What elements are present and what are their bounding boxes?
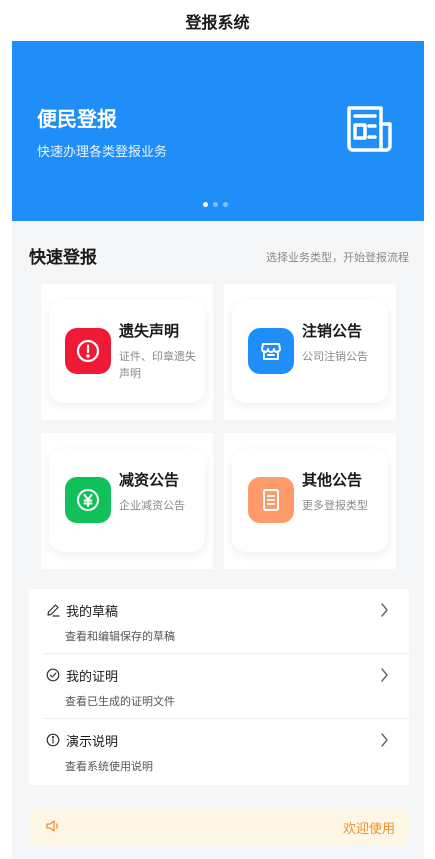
check-circle-icon [46,668,60,682]
newspaper-icon [347,106,392,152]
card-title: 遗失声明 [119,322,180,340]
menu-item-demo-guide[interactable]: 演示说明 查看系统使用说明 [29,719,409,784]
card-lost-statement[interactable]: 遗失声明 证件、印章遗失声明 [49,300,205,403]
banner-carousel[interactable]: 便民登报 快速办理各类登报业务 [12,41,424,221]
shop-icon [248,328,294,374]
carousel-dot[interactable] [223,202,228,207]
alert-circle-icon [65,328,111,374]
chevron-right-icon [381,733,388,747]
menu-item-subtitle: 查看和编辑保存的草稿 [65,630,175,643]
card-cell: 注销公告 公司注销公告 [224,284,396,420]
banner-subtitle: 快速办理各类登报业务 [37,145,168,160]
card-cell: 遗失声明 证件、印章遗失声明 [41,284,213,420]
speaker-icon [46,820,58,832]
card-description: 更多登报类型 [302,499,368,512]
document-icon [248,477,294,523]
card-cancellation-notice[interactable]: 注销公告 公司注销公告 [232,300,388,403]
page-content: 便民登报 快速办理各类登报业务 快速登报 选择业务类型，开始登报流程 遗失声明 … [12,41,424,859]
menu-list: 我的草稿 查看和编辑保存的草稿 我的证明 查看已生成的证明文件 演示说明 查看系… [29,589,409,785]
card-capital-reduction-notice[interactable]: 减资公告 企业减资公告 [49,449,205,552]
yen-coin-icon [65,477,111,523]
chevron-right-icon [381,668,388,682]
menu-item-title: 我的草稿 [66,605,119,620]
menu-item-subtitle: 查看系统使用说明 [65,760,153,773]
top-bar: 登报系统 [0,0,435,41]
carousel-indicator [203,202,228,207]
menu-item-title: 演示说明 [66,735,119,750]
section-hint: 选择业务类型，开始登报流程 [266,251,409,264]
notice-text: 欢迎使用 [342,822,395,837]
card-title: 注销公告 [302,322,363,340]
carousel-dot[interactable] [203,202,208,207]
card-cell: 减资公告 企业减资公告 [41,433,213,569]
card-description: 证件、印章遗失声明 [119,350,196,380]
menu-item-title: 我的证明 [66,670,119,685]
menu-item-subtitle: 查看已生成的证明文件 [65,695,175,708]
card-title: 减资公告 [119,471,180,489]
carousel-dot[interactable] [213,202,218,207]
notice-bar[interactable]: 欢迎使用 [29,807,409,845]
chevron-right-icon [381,603,388,617]
page-title: 登报系统 [185,12,250,32]
card-description: 企业减资公告 [119,499,185,512]
info-circle-icon [46,733,60,747]
card-other-notice[interactable]: 其他公告 更多登报类型 [232,449,388,552]
section-title: 快速登报 [29,248,97,268]
pencil-icon [47,604,60,617]
card-title: 其他公告 [302,471,363,489]
menu-item-drafts[interactable]: 我的草稿 查看和编辑保存的草稿 [29,589,409,654]
quick-section-header: 快速登报 选择业务类型，开始登报流程 [29,241,409,271]
menu-item-certificates[interactable]: 我的证明 查看已生成的证明文件 [29,654,409,719]
banner-title: 便民登报 [37,107,117,131]
card-description: 公司注销公告 [302,350,368,363]
card-cell: 其他公告 更多登报类型 [224,433,396,569]
